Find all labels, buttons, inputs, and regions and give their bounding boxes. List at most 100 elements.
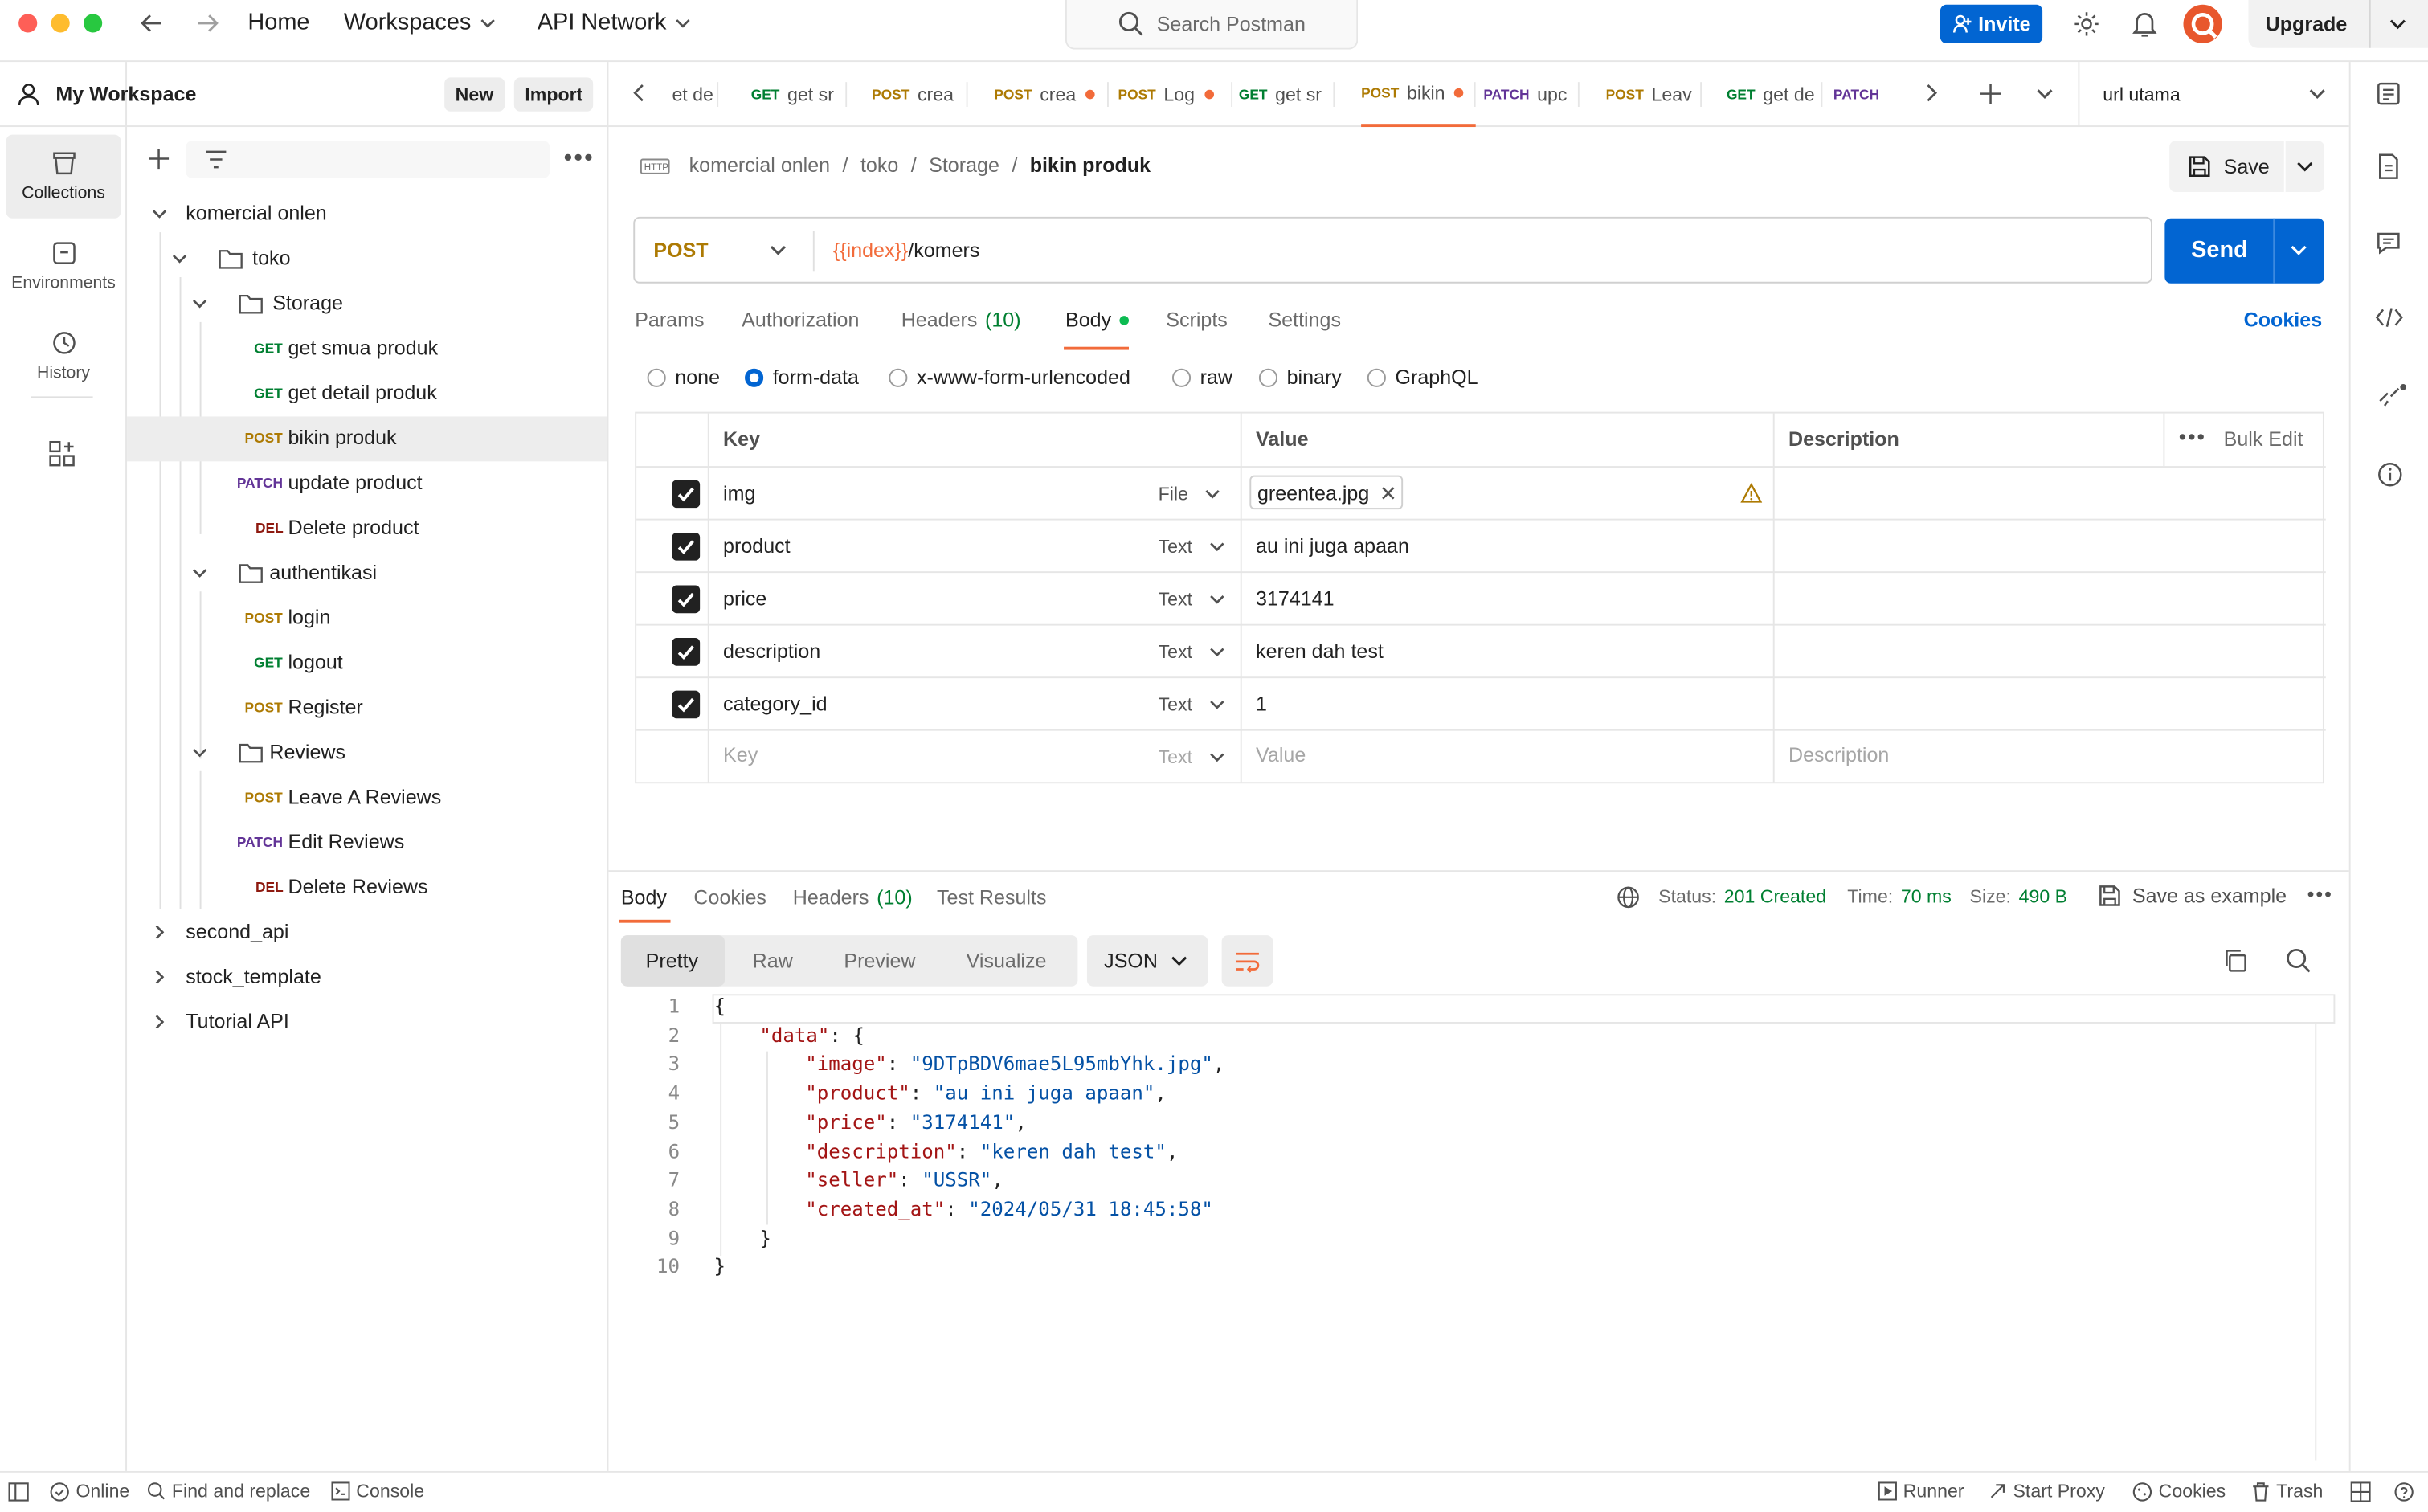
row-value[interactable]: au ini juga apaan (1256, 534, 1409, 558)
chevron-down-icon[interactable] (152, 206, 167, 221)
related-collections-icon[interactable] (2377, 382, 2408, 414)
workspace-overview-icon[interactable] (2375, 80, 2401, 107)
request-item[interactable]: GET logout (127, 641, 607, 686)
row-checkbox[interactable] (672, 532, 701, 561)
home-link[interactable]: Home (247, 10, 309, 36)
response-time[interactable]: Time: 70 ms (1847, 885, 1952, 907)
request-tab[interactable]: GET get sr (751, 62, 848, 127)
request-tab[interactable]: GET get sr (1239, 62, 1335, 127)
chevron-down-icon[interactable] (172, 251, 187, 266)
format-select[interactable]: JSON (1086, 935, 1208, 987)
warning-icon[interactable] (1740, 483, 1763, 503)
view-preview[interactable]: Preview (844, 949, 915, 972)
filter-input[interactable] (186, 141, 550, 178)
row-type-select[interactable]: Text (1159, 746, 1225, 768)
chevron-down-icon[interactable] (192, 745, 207, 760)
row-key[interactable]: product (723, 534, 791, 558)
request-item[interactable]: PATCH Edit Reviews (127, 820, 607, 865)
cookies-button[interactable]: Cookies (2132, 1480, 2226, 1502)
tab-body[interactable]: Body (1065, 309, 1129, 331)
tabs-menu-chevron-down-icon[interactable] (2036, 85, 2053, 102)
body-type-radio[interactable]: none (647, 366, 720, 389)
value-placeholder[interactable]: Value (1256, 743, 1306, 766)
chevron-right-icon[interactable] (152, 925, 167, 940)
row-key[interactable]: description (723, 640, 820, 663)
configure-workbench-icon[interactable] (48, 439, 76, 468)
row-checkbox[interactable] (672, 585, 701, 614)
scroll-track[interactable] (2315, 1023, 2317, 1461)
chevron-down-icon[interactable] (192, 565, 207, 580)
body-type-radio[interactable]: form-data (745, 366, 859, 389)
more-options-icon[interactable]: ••• (2179, 424, 2206, 449)
toggle-sidebar-icon[interactable] (8, 1481, 30, 1502)
body-type-radio[interactable]: binary (1258, 366, 1342, 389)
workspaces-menu[interactable]: Workspaces (344, 10, 496, 35)
workspace-name[interactable]: My Workspace (55, 82, 196, 105)
avatar[interactable] (2182, 3, 2224, 45)
request-item[interactable]: PATCH update product (127, 461, 607, 506)
copy-icon[interactable] (2222, 948, 2249, 975)
find-replace-button[interactable]: Find and replace (147, 1480, 310, 1502)
save-button[interactable]: Save (2169, 141, 2324, 192)
request-tab[interactable]: POST crea (872, 62, 968, 127)
view-visualize[interactable]: Visualize (967, 949, 1047, 972)
start-proxy-button[interactable]: Start Proxy (1989, 1480, 2105, 1502)
body-type-radio[interactable]: raw (1171, 366, 1232, 389)
breadcrumb-item[interactable]: Storage (929, 153, 999, 177)
new-button[interactable]: New (444, 77, 505, 112)
upgrade-button[interactable]: Upgrade (2248, 0, 2428, 48)
request-item[interactable]: POST login (127, 596, 607, 641)
row-value[interactable]: 1 (1256, 693, 1267, 716)
bulk-edit-button[interactable]: Bulk Edit (2224, 427, 2303, 451)
online-status[interactable]: Online (50, 1480, 129, 1502)
console-button[interactable]: Console (331, 1480, 424, 1502)
send-button[interactable]: Send (2164, 218, 2324, 284)
request-tab[interactable]: POST bikin (1361, 62, 1476, 128)
code-icon[interactable] (2375, 307, 2403, 329)
response-tab-headers[interactable]: Headers (10) (793, 885, 913, 909)
row-type-select[interactable]: Text (1159, 588, 1225, 610)
row-key[interactable]: img (723, 481, 755, 505)
row-type-select[interactable]: Text (1159, 641, 1225, 663)
chevron-down-icon[interactable] (2389, 15, 2406, 32)
maximize-window-button[interactable] (84, 14, 103, 33)
tab-authorization[interactable]: Authorization (742, 309, 859, 332)
api-network-menu[interactable]: API Network (538, 10, 691, 35)
body-type-radio[interactable]: x-www-form-urlencoded (889, 366, 1130, 389)
chevron-right-icon[interactable] (152, 1014, 167, 1029)
search-input[interactable]: Search Postman (1065, 0, 1359, 50)
row-checkbox[interactable] (672, 690, 701, 719)
request-tab[interactable]: GET get de (1727, 62, 1823, 127)
request-item[interactable]: GET get smua produk (127, 327, 607, 372)
view-pretty[interactable]: Pretty (646, 949, 698, 972)
remove-file-icon[interactable] (1382, 485, 1396, 499)
folder-item[interactable]: authentikasi (127, 551, 607, 596)
tab-settings[interactable]: Settings (1268, 309, 1341, 332)
new-tab-plus-icon[interactable] (1979, 82, 2002, 105)
request-item[interactable]: DEL Delete product (127, 506, 607, 551)
row-key[interactable]: category_id (723, 693, 828, 716)
help-icon[interactable] (2394, 1481, 2414, 1502)
import-button[interactable]: Import (513, 77, 594, 112)
plus-icon[interactable] (147, 147, 170, 170)
row-type-select[interactable]: Text (1159, 536, 1225, 558)
chevron-right-icon[interactable] (152, 969, 167, 984)
more-options-icon[interactable]: ••• (2307, 883, 2333, 906)
body-type-radio[interactable]: GraphQL (1367, 366, 1478, 389)
response-body-code[interactable]: 1 {2 "data": {3 "image": "9DTpBDV6mae5L95mb… (608, 994, 2336, 1461)
collection-item[interactable]: komercial onlen (127, 192, 607, 237)
request-name[interactable]: bikin produk (1030, 153, 1151, 177)
wrap-lines-icon[interactable] (1221, 935, 1273, 987)
folder-item[interactable]: toko (127, 237, 607, 282)
close-window-button[interactable] (18, 14, 38, 33)
back-arrow-icon[interactable] (138, 10, 166, 38)
request-item[interactable]: GET get detail produk (127, 372, 607, 417)
tab-headers[interactable]: Headers (10) (901, 309, 1021, 332)
save-as-example-button[interactable]: Save as example (2098, 884, 2287, 907)
view-raw[interactable]: Raw (753, 949, 793, 972)
request-tab[interactable]: POST Log (1118, 62, 1233, 127)
collection-item[interactable]: Tutorial API (127, 1000, 607, 1045)
chevron-left-icon[interactable] (632, 84, 647, 102)
request-item[interactable]: DEL Delete Reviews (127, 865, 607, 910)
response-size[interactable]: Size: 490 B (1970, 885, 2068, 907)
